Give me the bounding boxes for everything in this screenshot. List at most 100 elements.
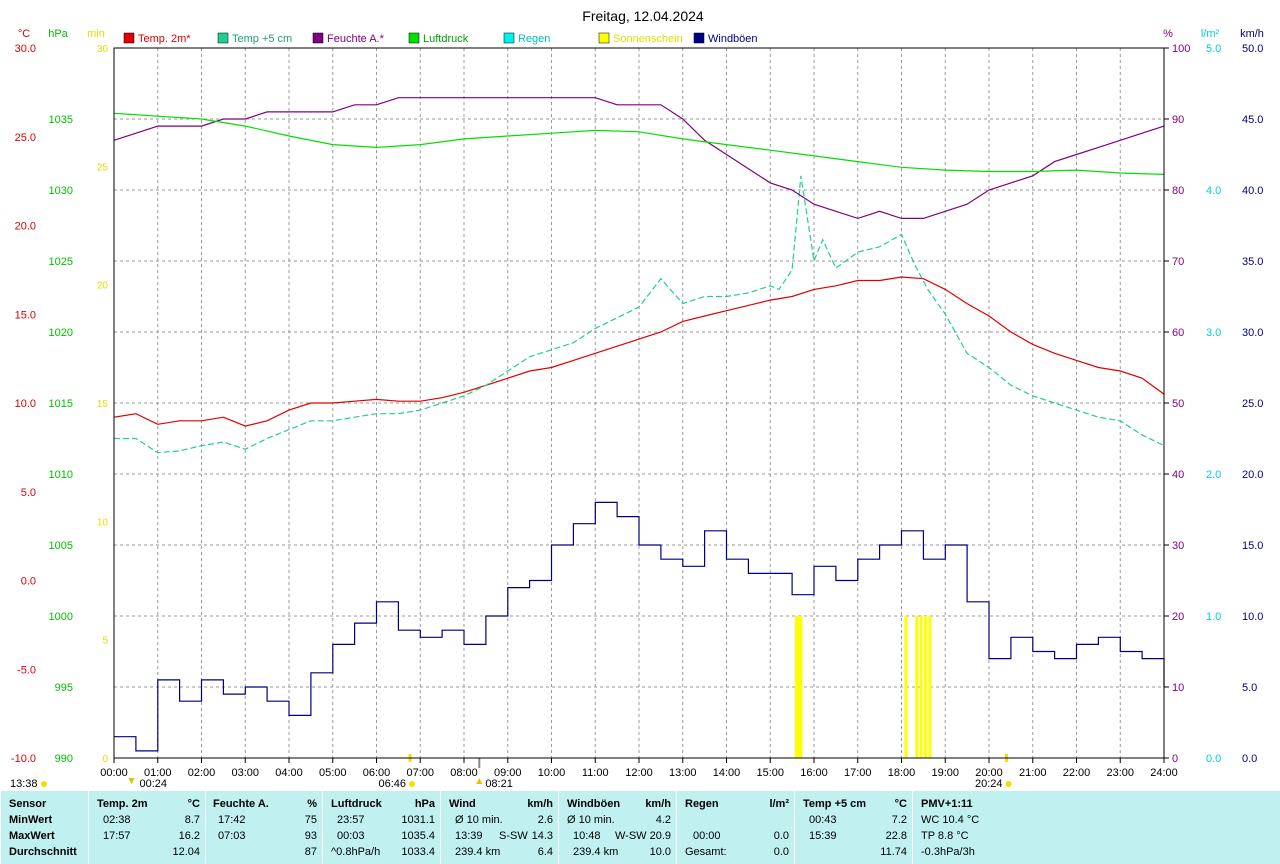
pressure-max-time: 00:03 <box>337 830 365 842</box>
sunshine-bar <box>904 616 908 758</box>
wind-tick-label: 40.0 <box>1242 185 1263 197</box>
temp-tick-label: 0.0 <box>21 576 36 588</box>
sunset-time: 20:24 <box>975 778 1003 790</box>
time-tick-label: 00:00 <box>100 767 128 779</box>
rain-column: Regen l/m² 00:00 0.0 Gesamt: 0.0 <box>676 791 795 864</box>
humidity-min: 75 <box>304 814 317 826</box>
pmv-column: PMV+1:11 WC 10.4 °C TP 8.8 °C -0.3hPa/3h <box>912 791 1280 864</box>
chart-title: Freitag, 12.04.2024 <box>582 8 704 24</box>
wind-tick-label: 45.0 <box>1242 114 1263 126</box>
legend-label: Feuchte A.* <box>327 33 385 45</box>
sensor-column: Sensor MinWert MaxWert Durchschnitt <box>0 791 89 864</box>
gust-max-direction: W-SW <box>615 830 647 842</box>
temp2m-min-time: 02:38 <box>103 814 131 826</box>
temp2m-max: 16.2 <box>178 830 200 842</box>
humidity-tick-label: 0 <box>1172 753 1178 765</box>
rain-tick-label: 0.0 <box>1206 753 1221 765</box>
sunshine-bar <box>924 616 928 758</box>
row-label-min: MinWert <box>9 814 53 826</box>
pmv-dewpoint: TP 8.8 °C <box>921 830 969 842</box>
legend-swatch <box>217 32 229 44</box>
rain-max: 0.0 <box>773 830 789 842</box>
rain-total-label: Gesamt: <box>685 846 727 858</box>
humidity-axis-unit: % <box>1163 28 1173 40</box>
rain-tick-label: 2.0 <box>1206 469 1221 481</box>
wind-min: 2.6 <box>537 814 553 826</box>
legend-swatch <box>408 32 420 44</box>
gust-min-label: Ø 10 min. <box>567 814 615 826</box>
temp-tick-label: 5.0 <box>21 487 36 499</box>
grid <box>114 48 1164 758</box>
moonrise-time: 08:21 <box>485 778 513 790</box>
wind-tick-label: 0.0 <box>1242 753 1257 765</box>
wind-unit: km/h <box>527 798 553 810</box>
sunshine-tick-label: 20 <box>97 281 109 292</box>
legend-label: Sonnenschein <box>613 33 683 45</box>
gust-unit: km/h <box>645 798 671 810</box>
temp-tick-label: -10.0 <box>11 753 36 765</box>
temp5cm-max: 22.8 <box>885 830 907 842</box>
gust-header: Windböen <box>567 798 621 810</box>
wind-max-time: 13:39 <box>455 830 483 842</box>
humidity-tick-label: 90 <box>1172 114 1184 126</box>
time-tick-label: 12:00 <box>625 767 653 779</box>
pressure-tick-label: 1035 <box>49 114 73 126</box>
temp-tick-label: 20.0 <box>15 221 36 233</box>
wind-tick-label: 5.0 <box>1242 682 1257 694</box>
humidity-tick-label: 20 <box>1172 611 1184 623</box>
humidity-column: Feuchte A.% 17:42 75 07:03 93 87 <box>205 791 323 864</box>
pressure-tick-label: 1010 <box>49 469 73 481</box>
legend: Temp. 2m* Temp +5 cm Feuchte A.* Luftdruck R… <box>123 32 758 45</box>
now-dot <box>41 781 47 787</box>
moonset-time: 00:24 <box>140 778 168 790</box>
temp2m-min: 8.7 <box>184 814 200 826</box>
pressure-max: 1035.4 <box>401 830 435 842</box>
wind-tick-label: 20.0 <box>1242 469 1263 481</box>
rain-tick-label: 4.0 <box>1206 185 1221 197</box>
sunshine-tick-label: 10 <box>97 517 109 528</box>
humidity-min-time: 17:42 <box>218 814 246 826</box>
sunshine-bar <box>915 616 919 758</box>
temp2m-avg: 12.04 <box>172 846 200 858</box>
temp-tick-label: 10.0 <box>15 398 36 410</box>
time-tick-label: 05:00 <box>319 767 347 779</box>
tick-labels: 30.0 25.0 20.0 15.0 10.0 5.0 0.0 -5.0 -10.0 1035 1… <box>11 43 1264 779</box>
temp5cm-avg: 11.74 <box>880 846 907 858</box>
legend-swatch <box>123 32 135 44</box>
pressure-tick-label: 990 <box>55 753 73 765</box>
humidity-max: 93 <box>304 830 317 842</box>
time-tick-label: 02:00 <box>188 767 216 779</box>
gust-column: Windböen km/h Ø 10 min. 4.2 10:48 W-SW 20.9 … <box>558 791 677 864</box>
temp5cm-min-time: 00:43 <box>809 814 837 826</box>
pmv-header: PMV+1:11 <box>921 798 973 810</box>
wind-column: Wind km/h Ø 10 min. 2.6 13:39 S-SW 14.3 239.… <box>440 791 559 864</box>
bars <box>795 616 932 758</box>
legend-label: Temp +5 cm <box>232 33 292 45</box>
wind-header: Wind <box>449 798 476 810</box>
gust-distance: 239.4 km <box>573 846 619 858</box>
pressure-column: Luftdruck hPa 23:57 1031.1 00:03 1035.4 ^0.… <box>322 791 441 864</box>
legend-swatch <box>598 32 610 44</box>
wind-tick-label: 35.0 <box>1242 256 1263 268</box>
rain-unit: l/m² <box>769 798 789 810</box>
time-tick-label: 14:00 <box>713 767 741 779</box>
humidity-tick-label: 80 <box>1172 185 1184 197</box>
time-tick-label: 11:00 <box>582 767 609 779</box>
rain-header: Regen <box>685 798 719 810</box>
legend-swatch <box>312 32 324 44</box>
humidity-max-time: 07:03 <box>218 830 246 842</box>
sunshine-tick-label: 25 <box>97 162 109 173</box>
humidity-tick-label: 60 <box>1172 327 1184 339</box>
time-tick-label: 08:00 <box>450 767 478 779</box>
time-tick-label: 16:00 <box>800 767 828 779</box>
humidity-tick-label: 30 <box>1172 540 1184 552</box>
wind-min-label: Ø 10 min. <box>455 814 503 826</box>
gust-avg: 10.0 <box>649 846 671 858</box>
temp2m-header: Temp. 2m <box>97 798 148 810</box>
temp-tick-label: -5.0 <box>17 664 36 676</box>
sunrise-time: 06:46 <box>379 778 407 790</box>
sunshine-axis-unit: min <box>87 28 105 40</box>
wind-tick-label: 10.0 <box>1242 611 1263 623</box>
wind-axis-unit: km/h <box>1240 28 1264 40</box>
row-label-max: MaxWert <box>9 830 55 842</box>
